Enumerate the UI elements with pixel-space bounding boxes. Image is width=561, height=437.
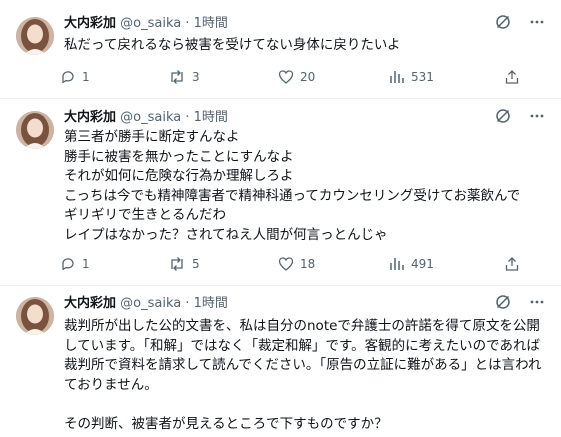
like-icon [278, 69, 294, 85]
display-name[interactable]: 大内彩加 [64, 110, 116, 125]
tweet-text: 私だって戻れるなら被害を受けてない身体に戻りたいよ [64, 37, 401, 53]
like-button[interactable]: 18 [278, 256, 315, 272]
views-button[interactable]: 531 [389, 69, 434, 85]
views-button[interactable]: 491 [389, 256, 434, 272]
tweet-text: 裁判所が出した公的文書を、私は自分のnoteで弁護士の許諾を得て原文を公開してい… [64, 318, 542, 432]
tweet-3[interactable]: 大内彩加 @o_saika · 1時間 裁判所が出した公的文書を、私は自分のno… [0, 286, 561, 437]
user-handle[interactable]: @o_saika [120, 16, 181, 31]
retweet-icon [168, 256, 186, 272]
timestamp[interactable]: 1時間 [194, 16, 228, 31]
reply-button[interactable]: 1 [60, 256, 90, 272]
retweet-icon [168, 69, 186, 85]
share-button[interactable] [504, 69, 520, 85]
like-count: 18 [300, 257, 316, 271]
retweet-button[interactable]: 3 [168, 69, 200, 85]
tweet-header: 大内彩加 @o_saika · 1時間 [64, 15, 228, 33]
tweet-header: 大内彩加 @o_saika · 1時間 [64, 295, 228, 313]
share-icon [504, 256, 520, 272]
tweet-actions: 1 5 18 491 [60, 254, 550, 274]
grok-icon[interactable] [495, 294, 511, 314]
like-icon [278, 256, 294, 272]
reply-button[interactable]: 1 [60, 69, 90, 85]
retweet-count: 3 [192, 70, 200, 84]
reply-icon [60, 256, 76, 272]
tweet-1[interactable]: 大内彩加 @o_saika · 1時間 私だって戻れるなら被害を受けてない身体に… [0, 0, 561, 98]
reply-icon [60, 69, 76, 85]
timestamp[interactable]: 1時間 [194, 296, 228, 311]
tweet-top-icons [495, 15, 545, 33]
display-name[interactable]: 大内彩加 [64, 296, 116, 311]
like-count: 20 [300, 70, 316, 84]
views-icon [389, 256, 405, 272]
user-handle[interactable]: @o_saika [120, 110, 181, 125]
views-icon [389, 69, 405, 85]
separator-dot: · [185, 296, 190, 311]
tweet-header: 大内彩加 @o_saika · 1時間 [64, 109, 228, 127]
views-count: 531 [411, 70, 434, 84]
separator-dot: · [185, 110, 190, 125]
retweet-count: 5 [192, 257, 200, 271]
grok-icon[interactable] [495, 108, 511, 128]
tweet-2[interactable]: 大内彩加 @o_saika · 1時間 第三者が勝手に断定すんなよ 勝手に被害を… [0, 99, 561, 285]
timestamp[interactable]: 1時間 [194, 110, 228, 125]
reply-count: 1 [82, 70, 90, 84]
more-icon[interactable] [529, 14, 545, 34]
like-button[interactable]: 20 [278, 69, 315, 85]
tweet-top-icons [495, 109, 545, 127]
more-icon[interactable] [529, 108, 545, 128]
more-icon[interactable] [529, 294, 545, 314]
tweet-actions: 1 3 20 531 [60, 67, 550, 87]
avatar[interactable] [16, 297, 54, 335]
grok-icon[interactable] [495, 14, 511, 34]
retweet-button[interactable]: 5 [168, 256, 200, 272]
avatar[interactable] [16, 111, 54, 149]
tweet-text: 第三者が勝手に断定すんなよ 勝手に被害を無かったことにすんなよ それが如何に危険… [64, 129, 521, 243]
share-button[interactable] [504, 256, 520, 272]
user-handle[interactable]: @o_saika [120, 296, 181, 311]
display-name[interactable]: 大内彩加 [64, 16, 116, 31]
separator-dot: · [185, 16, 190, 31]
reply-count: 1 [82, 257, 90, 271]
avatar[interactable] [16, 17, 54, 55]
share-icon [504, 69, 520, 85]
tweet-top-icons [495, 295, 545, 313]
views-count: 491 [411, 257, 434, 271]
